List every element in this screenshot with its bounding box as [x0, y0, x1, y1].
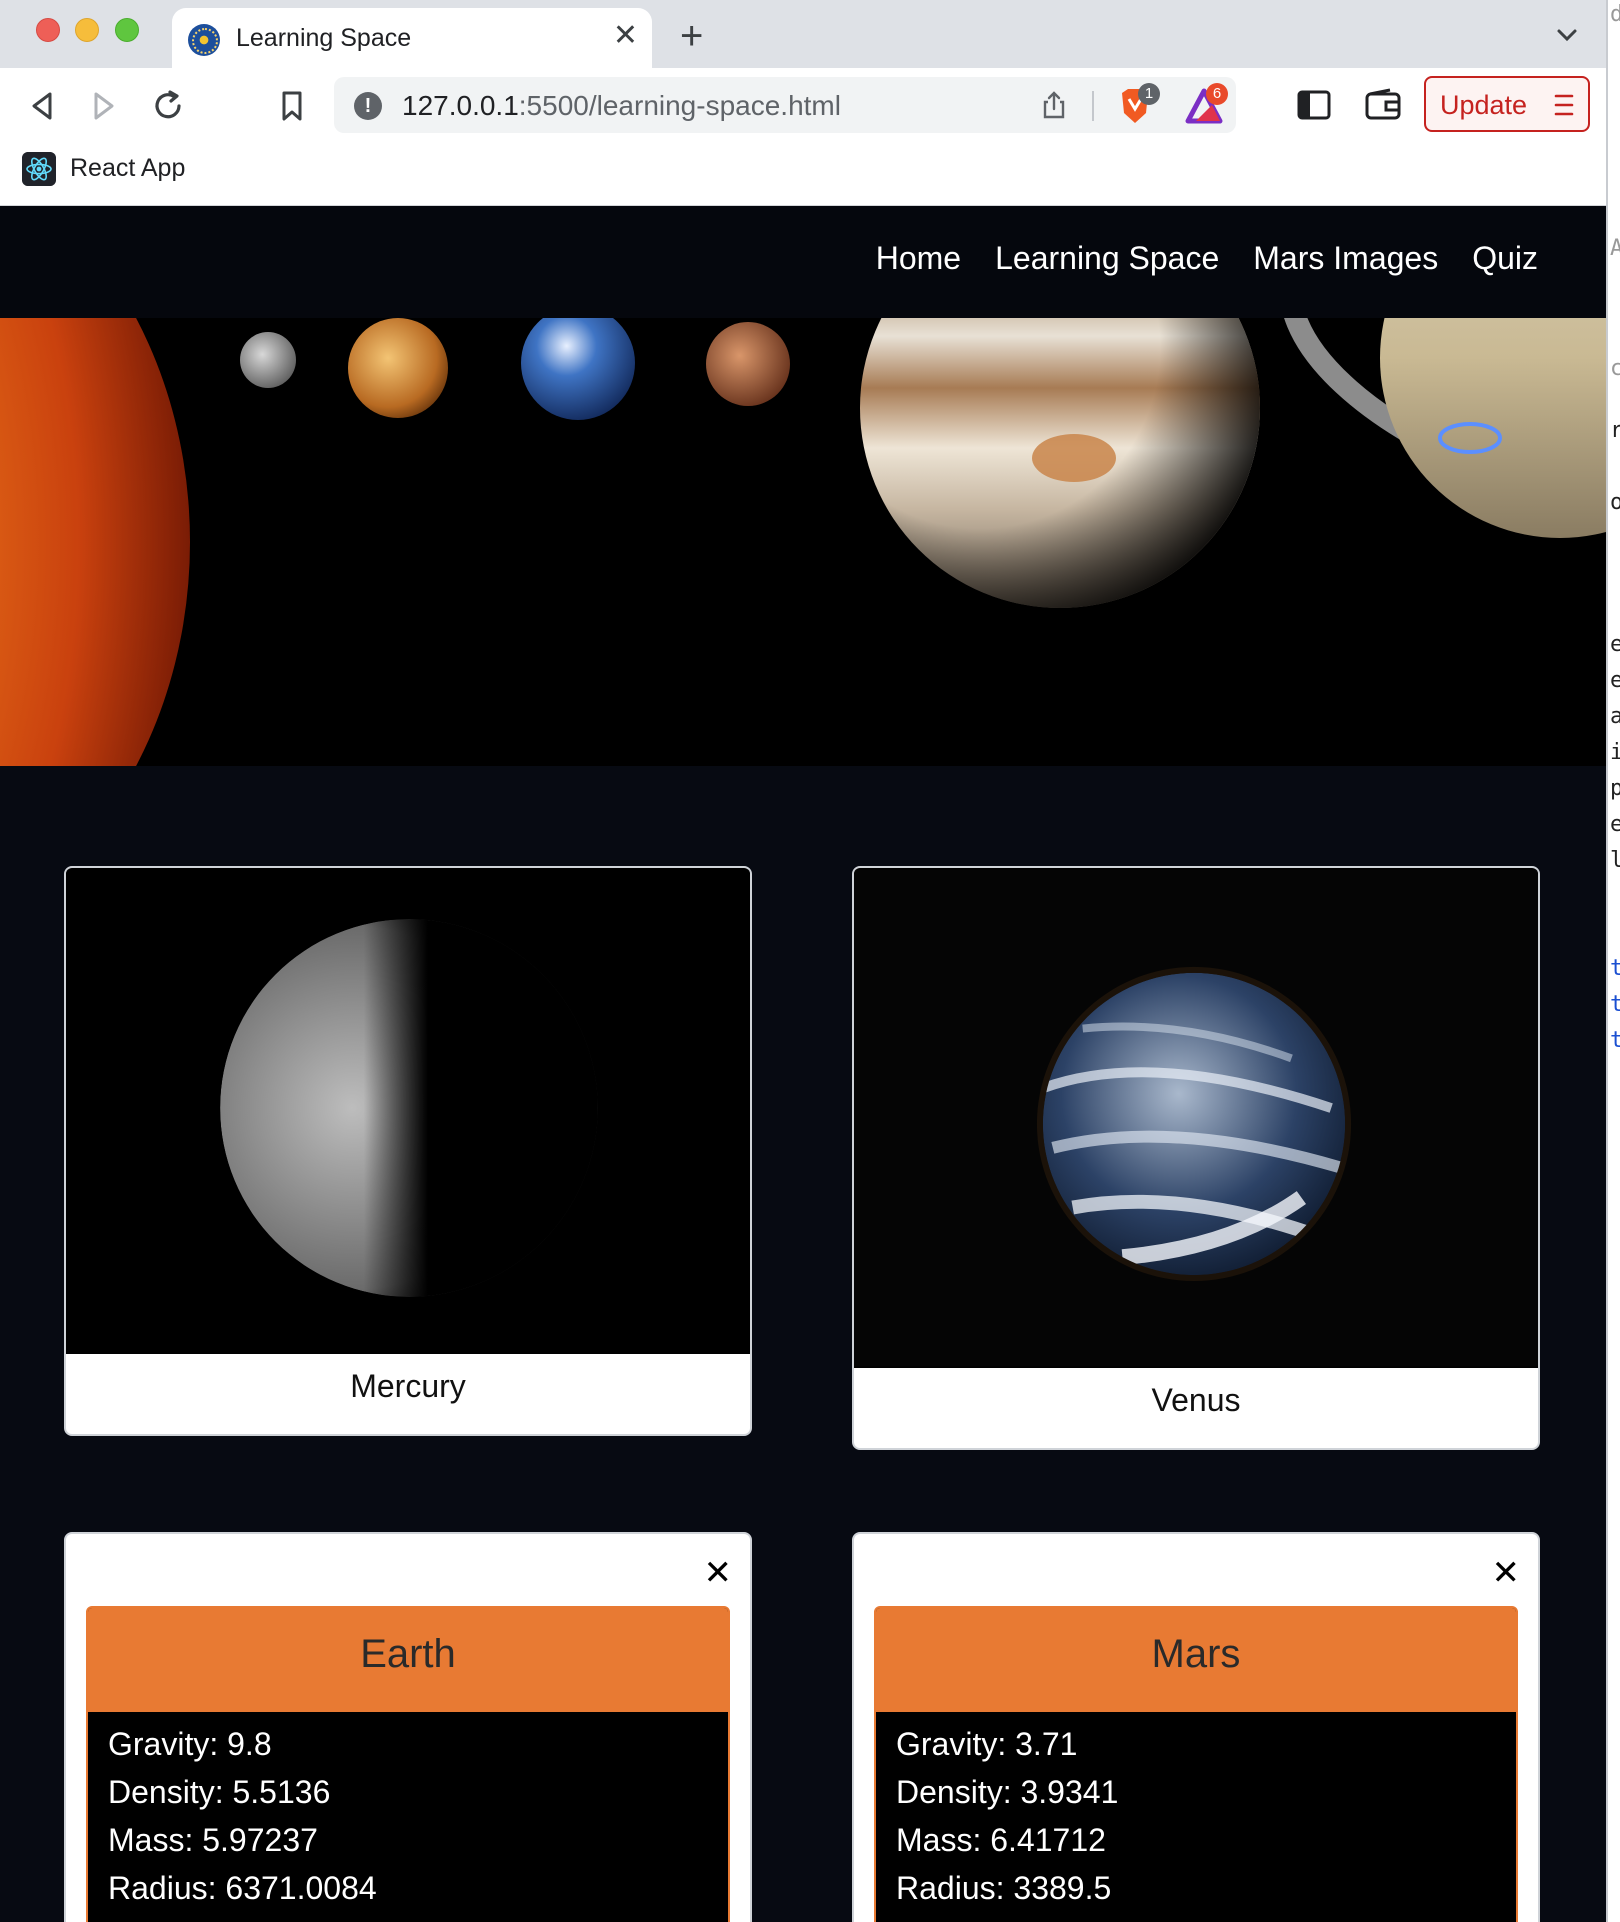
maximize-window-button[interactable]	[115, 18, 139, 42]
solar-system-banner	[0, 318, 1606, 766]
url-text: 127.0.0.1:5500/learning-space.html	[402, 90, 841, 121]
browser-toolbar: ! 127.0.0.1:5500/learning-space.html 1 6…	[0, 68, 1606, 142]
fact-density: Density: 3.9341	[896, 1774, 1119, 1810]
venus-caption: Venus	[1151, 1382, 1241, 1418]
forward-icon[interactable]	[84, 86, 124, 126]
brave-rewards-button[interactable]: 6	[1182, 83, 1228, 127]
venus-image	[854, 868, 1538, 1368]
page: Home Learning Space Mars Images Quiz Mer…	[0, 206, 1606, 1922]
react-logo-icon[interactable]	[22, 152, 56, 186]
minimize-window-button[interactable]	[75, 18, 99, 42]
bookmarks-bar: React App	[0, 142, 1606, 206]
wallet-icon[interactable]	[1364, 87, 1402, 123]
update-label: Update	[1440, 90, 1528, 120]
tab-close-icon[interactable]: ✕	[613, 20, 638, 52]
browser-tab[interactable]: Learning Space ✕	[172, 8, 652, 68]
divider	[1092, 91, 1094, 121]
nav-quiz[interactable]: Quiz	[1472, 240, 1538, 277]
fact-temperature: Temperature: 288	[108, 1912, 708, 1922]
planet-card-venus[interactable]: Venus	[852, 866, 1540, 1450]
sidebar-toggle-icon[interactable]	[1296, 87, 1332, 123]
planet-info-earth: ✕ Earth Gravity: 9.8 Density: 5.5136 Mas…	[64, 1532, 752, 1922]
brave-shield-button[interactable]: 1	[1114, 83, 1160, 127]
planet-favicon-icon	[188, 24, 220, 56]
nav-home[interactable]: Home	[876, 240, 961, 277]
fact-mass: Mass: 5.97237	[108, 1822, 318, 1858]
rewards-count-badge: 6	[1206, 83, 1228, 105]
devtools-edge-strip: d A c r o e e a i p e l t t t	[1606, 0, 1620, 1922]
planet-info-mars: ✕ Mars Gravity: 3.71 Density: 3.9341 Mas…	[852, 1532, 1540, 1922]
browser-chrome: Learning Space ✕ + ! 127.0.0.1:5500/lear…	[0, 0, 1606, 206]
nav-links: Home Learning Space Mars Images Quiz	[876, 240, 1538, 277]
close-window-button[interactable]	[36, 18, 60, 42]
site-info-icon[interactable]: !	[354, 92, 382, 120]
nav-learning-space[interactable]: Learning Space	[995, 240, 1219, 277]
mercury-caption: Mercury	[350, 1368, 466, 1404]
fact-density: Density: 5.5136	[108, 1774, 331, 1810]
chevron-down-icon[interactable]	[1552, 20, 1582, 50]
fact-mass: Mass: 6.41712	[896, 1822, 1106, 1858]
planet-card-mercury[interactable]: Mercury	[64, 866, 752, 1436]
bookmark-react-app[interactable]: React App	[70, 154, 185, 183]
mars-title: Mars	[876, 1608, 1516, 1712]
fact-temperature: Temperature: 210	[896, 1912, 1496, 1922]
fact-gravity: Gravity: 3.71	[896, 1726, 1078, 1762]
back-icon[interactable]	[22, 86, 62, 126]
tab-title: Learning Space	[236, 24, 412, 52]
update-button[interactable]: Update	[1424, 76, 1590, 132]
reload-icon[interactable]	[148, 86, 188, 126]
earth-info-panel: Earth Gravity: 9.8 Density: 5.5136 Mass:…	[86, 1606, 730, 1922]
mercury-image	[66, 868, 750, 1354]
close-icon[interactable]: ✕	[704, 1556, 733, 1590]
mars-info-panel: Mars Gravity: 3.71 Density: 3.9341 Mass:…	[874, 1606, 1518, 1922]
fact-gravity: Gravity: 9.8	[108, 1726, 272, 1762]
earth-title: Earth	[88, 1608, 728, 1712]
new-tab-icon[interactable]: +	[680, 14, 703, 58]
mars-facts: Gravity: 3.71 Density: 3.9341 Mass: 6.41…	[876, 1712, 1516, 1922]
earth-facts: Gravity: 9.8 Density: 5.5136 Mass: 5.972…	[88, 1712, 728, 1922]
site-navbar: Home Learning Space Mars Images Quiz	[0, 206, 1606, 318]
address-bar[interactable]: ! 127.0.0.1:5500/learning-space.html 1 6	[334, 77, 1236, 133]
share-icon[interactable]	[1038, 89, 1070, 121]
close-icon[interactable]: ✕	[1492, 1556, 1521, 1590]
shield-count-badge: 1	[1138, 83, 1160, 105]
fact-radius: Radius: 6371.0084	[108, 1870, 377, 1906]
menu-icon	[1554, 94, 1574, 116]
nav-mars-images[interactable]: Mars Images	[1253, 240, 1438, 277]
fact-radius: Radius: 3389.5	[896, 1870, 1112, 1906]
bookmark-icon[interactable]	[272, 86, 312, 126]
